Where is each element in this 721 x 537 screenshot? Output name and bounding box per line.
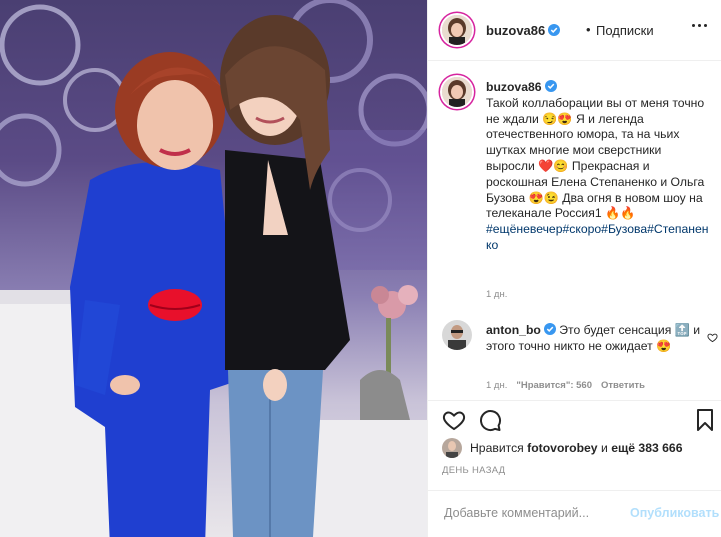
likes-middle: и	[600, 441, 608, 455]
caption-text: Такой коллаборации вы от меня точно не ж…	[486, 95, 705, 221]
follow-separator: •	[586, 22, 591, 37]
comment-reply-button[interactable]: Ответить	[601, 380, 645, 391]
comments-area[interactable]: buzova86 Такой коллаборации вы от меня т…	[428, 60, 721, 400]
comment-icon[interactable]	[478, 408, 502, 432]
verified-icon	[544, 80, 557, 92]
likes-count[interactable]: ещё 383 666	[611, 441, 682, 455]
more-options-button[interactable]	[692, 24, 712, 34]
comment-username[interactable]: anton_bo	[486, 323, 541, 337]
commenter-avatar[interactable]	[442, 320, 472, 350]
comment-like-icon[interactable]	[707, 332, 718, 343]
verified-icon	[548, 24, 561, 36]
likes-summary: Нравится fotovorobey и ещё 383 666	[428, 438, 721, 460]
add-comment-form: Добавьте комментарий... Опубликовать	[428, 490, 721, 537]
comment: anton_bo Это будет сенсация 🔝 и этого то…	[486, 323, 701, 355]
post-photo[interactable]	[0, 0, 427, 537]
publish-button[interactable]: Опубликовать	[630, 506, 719, 520]
post-details-panel: buzova86 • Подписки buzova86 Такой колла…	[427, 0, 721, 537]
liker-avatar-image	[442, 438, 462, 458]
caption-avatar[interactable]	[442, 77, 472, 107]
post-caption: buzova86 Такой коллаборации вы от меня т…	[486, 80, 712, 254]
caption-username[interactable]: buzova86	[486, 80, 542, 94]
liker-avatar[interactable]	[442, 438, 462, 458]
photo-illustration	[0, 0, 427, 537]
liker-username[interactable]: fotovorobey	[527, 441, 597, 455]
comment-likes[interactable]: "Нравится": 560	[516, 380, 592, 391]
post-date[interactable]: ДЕНЬ НАЗАД	[442, 465, 505, 476]
likes-prefix: Нравится	[470, 441, 524, 455]
add-comment-input[interactable]: Добавьте комментарий...	[444, 506, 589, 520]
caption-time[interactable]: 1 дн.	[486, 289, 507, 300]
verified-icon	[543, 323, 556, 335]
author-avatar-image	[442, 15, 472, 45]
author-username-text[interactable]: buzova86	[486, 23, 545, 38]
comment-meta: 1 дн. "Нравится": 560 Ответить	[486, 380, 654, 391]
caption-avatar-image	[442, 77, 472, 107]
post-header: buzova86 • Подписки	[428, 0, 721, 61]
bookmark-icon[interactable]	[693, 408, 717, 432]
author-username[interactable]: buzova86	[486, 23, 561, 38]
instagram-post-modal: buzova86 • Подписки buzova86 Такой колла…	[0, 0, 721, 537]
commenter-avatar-image	[442, 320, 472, 350]
following-button[interactable]: Подписки	[596, 23, 654, 38]
caption-hashtags[interactable]: #ещёневечер#скоро#Бузова#Степаненко	[486, 222, 709, 252]
action-bar	[428, 400, 721, 439]
likes-text: Нравится fotovorobey и ещё 383 666	[470, 441, 682, 455]
heart-icon[interactable]	[442, 408, 466, 432]
comment-time[interactable]: 1 дн.	[486, 380, 507, 391]
author-avatar[interactable]	[442, 15, 472, 45]
